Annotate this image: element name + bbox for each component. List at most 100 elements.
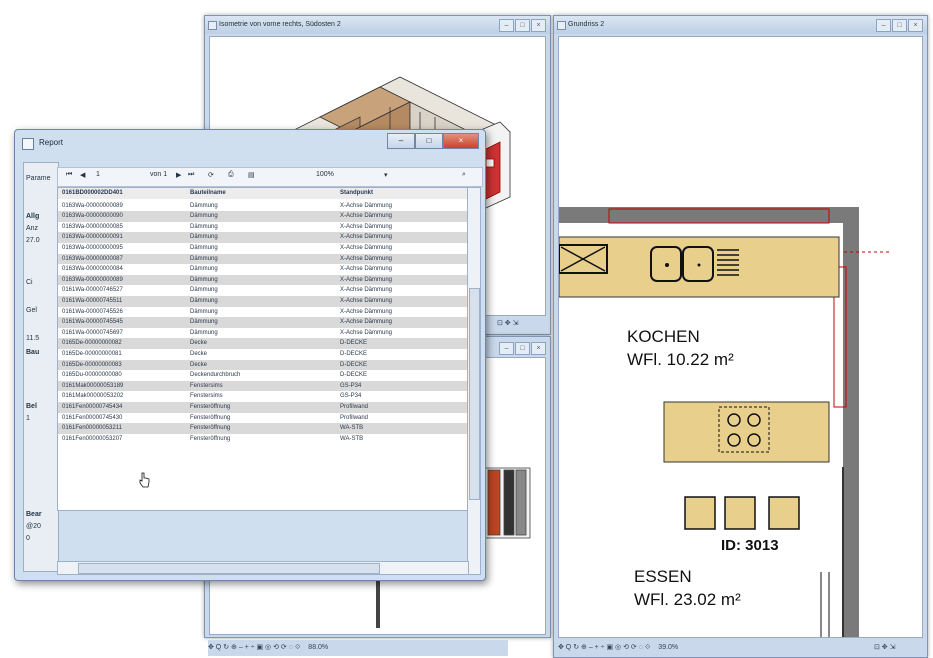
hand-cursor-icon [139,472,150,488]
floorplan-canvas[interactable]: KOCHEN WFl. 10.22 m² ID: 3013 ESSEN WFl.… [558,36,923,638]
table-cell: 0163Wa-00000000087 [62,255,123,262]
report-toolbar: ⏮ ◀ 1 von 1 ▶ ⏭ ⟳ ⎙ ▤ 100% ▾ ⌕ [57,167,483,187]
view-footer-icons[interactable]: ⊡ ✥ ⇲ [874,644,896,651]
table-row[interactable]: 0161Fen00000745434 Fensteröffnung Profilwa… [58,402,468,413]
prev-page-icon[interactable]: ◀ [80,171,85,179]
report-dialog[interactable]: Report – □ × Parame Allg Anz 27.0 Ci Gel… [14,129,486,581]
table-row[interactable]: 0161Wa-00000745545 Dämmung X-Achse Dämmung [58,317,468,328]
search-icon[interactable]: ⌕ [462,171,466,179]
table-row[interactable]: 0161Wa-00000745511 Dämmung X-Achse Dämmung [58,296,468,307]
page-of-label: von 1 [150,171,168,178]
table-row[interactable]: 0161Wa-00000745526 Dämmung X-Achse Dämmung [58,307,468,318]
zoom-field[interactable]: 88.0% [308,644,328,651]
refresh-icon[interactable]: ⟳ [208,171,214,179]
table-row[interactable]: 0163Wa-00000000084 Dämmung X-Achse Dämmung [58,264,468,275]
table-row[interactable]: 0165De-00000000083 Decke D-DECKE [58,359,468,371]
pane-item: Gel [26,307,37,314]
table-cell: 0161Wa-00000746527 [62,287,123,294]
table-row[interactable]: 0161Mak00000053189 Fenstersims GS-P34 [58,380,468,392]
table-cell: X-Achse Dämmung [340,266,393,273]
first-page-icon[interactable]: ⏮ [66,171,72,179]
table-row[interactable]: 0161Fen00000053211 Fensteröffnung WA-STB [58,423,468,434]
maximize-button[interactable]: □ [515,342,530,355]
minimize-button[interactable]: – [876,19,891,32]
maximize-button[interactable]: □ [515,19,530,32]
table-cell: 0163Wa-00000000091 [62,234,123,241]
zoom-field[interactable]: 100% [316,171,334,178]
table-row[interactable]: 0163Wa-00000000087 Dämmung X-Achse Dämmung [58,253,468,265]
table-cell: 0163Wa-00000000095 [62,245,123,251]
table-cell: Dämmung [190,223,218,230]
floorplan-title: Grundriss 2 [568,21,605,28]
table-row[interactable]: 0163Wa-00000000095 Dämmung X-Achse Dämmung [58,243,468,254]
view-nav-icons[interactable]: ✥ Q ↻ ⊕ – + ÷ ▣ ◎ ⟲ ⟳ ◌ ⟐ [558,644,650,651]
table-cell: 0165De-00000000082 [62,340,122,347]
table-cell: Dämmung [190,245,218,251]
table-cell: Profilwand [340,414,369,421]
view-footer-icons[interactable]: ⊡ ✥ ⇲ [497,320,519,327]
page-input[interactable]: 1 [96,171,100,178]
scrollbar-thumb[interactable] [469,288,480,500]
close-button[interactable]: × [908,19,923,32]
table-row[interactable]: 0161Fen00000745430 Fensteröffnung Profilwa… [58,413,468,424]
table-row[interactable]: 0163Wa-00000000091 Dämmung X-Achse Dämmung [58,232,468,243]
zoom-dropdown-icon[interactable]: ▾ [384,171,388,179]
table-cell: Standpunkt [340,190,373,196]
table-cell: X-Achse Dämmung [340,255,393,262]
close-button[interactable]: × [531,19,546,32]
floorplan-window[interactable]: Grundriss 2 – □ × KOCHEN WFl. 10.22 m² I… [553,15,928,658]
close-button[interactable]: × [531,342,546,355]
table-cell: 0163Wa-00000000089 [62,276,123,283]
last-page-icon[interactable]: ⏭ [188,171,194,179]
minimize-button[interactable]: – [499,342,514,355]
table-cell: D-DECKE [340,361,368,368]
vertical-scrollbar[interactable] [467,187,481,575]
minimize-button[interactable]: – [499,19,514,32]
maximize-button[interactable]: □ [892,19,907,32]
table-cell: WA-STB [340,425,364,432]
maximize-button[interactable]: □ [415,133,443,149]
pane-item: Ci [26,279,33,286]
export-icon[interactable]: ▤ [248,171,255,179]
print-icon[interactable]: ⎙ [228,171,234,179]
table-cell: 0165De-00000000081 [62,351,122,357]
scrollbar-thumb[interactable] [78,563,380,574]
pane-item[interactable]: Allg [26,213,39,220]
pane-item: 1 [26,415,30,422]
table-row[interactable]: 0165Du-00000000080 Deckendurchbruch D-DECK… [58,370,468,381]
table-cell: Dämmung [190,202,218,209]
table-cell: X-Achse Dämmung [340,213,393,220]
table-row[interactable]: 0163Wa-00000000090 Dämmung X-Achse Dämmung [58,211,468,222]
pane-item: 27.0 [26,237,40,244]
table-cell: Fenstersims [190,393,223,400]
view-nav-icons[interactable]: ✥ Q ↻ ⊕ – + ÷ ▣ ◎ ⟲ ⟳ ◌ ⟐ [208,644,300,651]
horizontal-scrollbar[interactable] [57,561,469,575]
table-cell: D-DECKE [340,340,368,347]
table-cell: 0161Wa-00000745511 [62,298,123,304]
zoom-field[interactable]: 39.0% [658,644,678,651]
table-cell: GS-P34 [340,393,362,400]
table-row[interactable]: 0165De-00000000082 Decke D-DECKE [58,338,468,349]
minimize-button[interactable]: – [387,133,415,149]
table-row[interactable]: 0163Wa-00000000085 Dämmung X-Achse Dämmung [58,222,468,233]
next-page-icon[interactable]: ▶ [176,171,181,179]
report-icon [22,138,34,150]
table-row[interactable]: 0161Mak00000053202 Fenstersims GS-P34 [58,391,468,402]
close-button[interactable]: × [443,133,479,149]
table-row[interactable]: 0161Wa-00000746527 Dämmung X-Achse Dämmung [58,285,468,296]
table-row[interactable]: 0165De-00000000081 Decke D-DECKE [58,349,468,360]
table-row[interactable]: 0163Wa-00000000089 Dämmung X-Achse Dämmung [58,201,468,212]
report-table[interactable]: 0161BD000002DD401 Bauteilname Standpunkt 01… [57,187,469,511]
table-cell: 0161Fen00000745434 [62,404,123,410]
table-header-row[interactable]: 0161BD000002DD401 Bauteilname Standpunkt [58,188,468,199]
pane-item[interactable]: Bear [26,511,42,518]
table-row[interactable]: 0163Wa-00000000089 Dämmung X-Achse Dämmung [58,274,468,286]
parameters-pane[interactable]: Parame Allg Anz 27.0 Ci Gel 11.5 Bau Bel… [23,162,59,572]
table-row[interactable]: 0161Wa-00000745697 Dämmung X-Achse Dämmung [58,328,468,339]
table-cell: X-Achse Dämmung [340,245,393,251]
window-icon [557,21,566,30]
table-cell: X-Achse Dämmung [340,234,393,241]
floorplan-titlebar[interactable]: Grundriss 2 [554,16,927,34]
table-row[interactable]: 0161Fen00000053207 Fensteröffnung WA-STB [58,434,468,445]
pane-item[interactable]: Bau [26,349,39,356]
